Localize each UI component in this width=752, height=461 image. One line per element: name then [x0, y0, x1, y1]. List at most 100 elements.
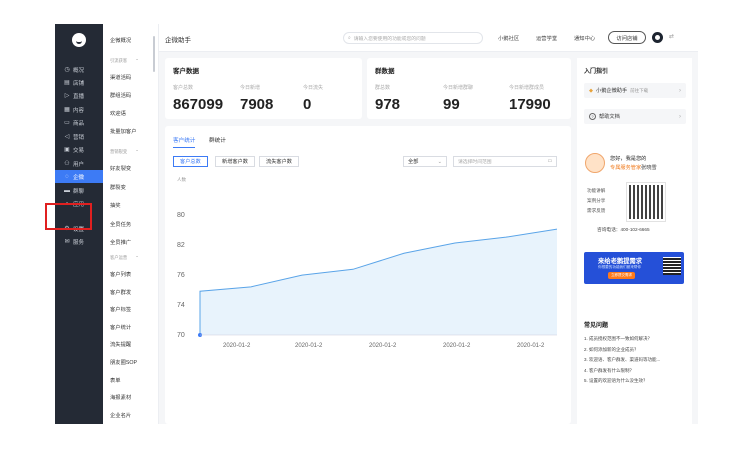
user-icon: ⚇	[64, 161, 70, 167]
submenu-item[interactable]: 客户标签	[110, 305, 131, 313]
chevron-up-icon: ⌃	[135, 58, 139, 63]
submenu-scrollbar[interactable]	[153, 36, 155, 72]
secondary-menu: 企微概况 引流获客 ⌃ 渠道活码群组活码欢迎语批量加客户 营销裂变 ⌃ 好友裂变群裂…	[103, 24, 159, 424]
segment-new-customers[interactable]: 新增客户数	[215, 156, 255, 167]
submenu-item[interactable]: 全员任务	[110, 220, 131, 228]
submenu-item[interactable]: 批量加客户	[110, 127, 137, 135]
service-manager-name: 张晓雪	[641, 165, 657, 171]
rail-item-goods[interactable]: ▭ 商品	[55, 116, 103, 129]
submenu-item[interactable]: 客户列表	[110, 270, 131, 278]
submenu-item[interactable]: 抽奖	[110, 201, 121, 209]
submenu-item[interactable]: 渠道活码	[110, 73, 131, 81]
submenu-group-viral[interactable]: 营销裂变 ⌃	[110, 149, 139, 155]
faq-item[interactable]: 4. 客户群发有什么限制？	[584, 368, 634, 374]
faq-item[interactable]: 2. 如何添加新的企业成员？	[584, 347, 639, 353]
tab-customer-stats[interactable]: 客户统计	[173, 136, 196, 148]
service-bullet: 需求反馈	[587, 208, 606, 213]
stat-value-total-groups: 978	[375, 96, 401, 113]
help-docs-label: 帮助文档	[599, 114, 620, 120]
statistics-card: 客户统计 群统计 客户总数 新增客户数 流失客户数 全部 ⌄ 请选择时间范围 ▭…	[165, 126, 571, 424]
date-range-input[interactable]: 请选择时间范围 ▭	[453, 156, 557, 167]
submenu-item[interactable]: 欢迎语	[110, 109, 126, 117]
content-icon: ▦	[64, 107, 70, 113]
rail-item-content[interactable]: ▦ 内容	[55, 103, 103, 116]
search-input[interactable]: ⌕ 请输入您要使用的功能或您的问题	[343, 32, 483, 44]
rail-item-user[interactable]: ⚇ 用户	[55, 157, 103, 170]
segment-total-customers[interactable]: 客户总数	[173, 156, 208, 167]
banner-subtitle: 你想要的功能我们都来帮你	[598, 265, 642, 269]
logo-icon[interactable]	[72, 33, 86, 47]
service-manager-title: 专属服务管家	[610, 165, 642, 171]
submenu-item[interactable]: 流失提醒	[110, 340, 131, 348]
submenu-group-acquisition[interactable]: 引流获客 ⌃	[110, 58, 139, 64]
rail-item-label: 店铺	[73, 80, 85, 87]
group-data-title: 群数据	[375, 68, 395, 75]
scope-select[interactable]: 全部 ⌄	[403, 156, 447, 167]
switch-icon[interactable]: ⇄	[669, 33, 674, 40]
faq-item[interactable]: 5. 设置的欢迎语为什么没生效？	[584, 378, 648, 384]
chevron-up-icon: ⌃	[135, 255, 139, 260]
submenu-item[interactable]: 群裂变	[110, 183, 126, 191]
submenu-item[interactable]: 表单	[110, 376, 121, 384]
rail-item-shop[interactable]: ▤ 店铺	[55, 76, 103, 89]
guide-title: 入门指引	[584, 69, 609, 75]
feature-request-banner[interactable]: 来给老鹅提需求 你想要的功能我们都来帮你 立即提交需求	[584, 252, 684, 284]
marketing-icon: ◁	[64, 134, 70, 140]
rail-item-label: 服务	[73, 239, 85, 246]
stat-label: 今日新增群聊	[443, 85, 474, 91]
selection-highlight	[45, 203, 92, 230]
rail-item-live[interactable]: ▷ 直播	[55, 89, 103, 102]
submenu-item[interactable]: 海报素材	[110, 393, 131, 401]
submenu-item[interactable]: 群组活码	[110, 91, 131, 99]
rail-item-marketing[interactable]: ◁ 营销	[55, 130, 103, 143]
submenu-item[interactable]: 全员推广	[110, 238, 131, 246]
area-fill	[200, 229, 557, 335]
goods-icon: ▭	[64, 120, 70, 126]
x-tick-label: 2020-01-2	[443, 343, 471, 349]
rail-item-label: 企微	[73, 174, 85, 181]
faq-item[interactable]: 3. 欢迎语、客户群发、渠道码等功能...	[584, 357, 660, 363]
rail-item-wecom[interactable]: ◌ 企微	[55, 170, 103, 183]
calendar-icon: ▭	[547, 159, 552, 164]
x-tick-label: 2020-01-2	[295, 343, 323, 349]
rail-item-group[interactable]: ▬ 群聊	[55, 184, 103, 197]
submenu-item[interactable]: 客户群发	[110, 288, 131, 296]
app-window: ◷ 概况 ▤ 店铺 ▷ 直播 ▦ 内容 ▭ 商品 ◁ 营销 ▣ 交易 ⚇ 用户 ◌ 企微 ▬ 群聊 ▪ 应用 ⚙ 设置 ✉ 服务 …	[55, 24, 698, 424]
assistant-link-text: 前往下载	[630, 87, 649, 93]
nav-community[interactable]: 小鹅社区	[498, 34, 519, 42]
rail-item-service[interactable]: ✉ 服务	[55, 235, 103, 248]
assistant-download-link[interactable]: ◆ 小鹅企微助手 前往下载 ›	[584, 83, 686, 98]
avatar[interactable]	[652, 32, 663, 43]
customer-data-card: 客户数据 客户总数 今日新增 今日流失 867099 7908 0	[165, 58, 362, 119]
rail-item-label: 直播	[73, 93, 85, 100]
bird-icon: ◆	[589, 87, 593, 94]
y-tick-label: 76	[177, 272, 185, 279]
help-icon: ?	[589, 113, 596, 120]
x-tick-label: 2020-01-2	[517, 343, 545, 349]
customer-trend-chart: 人数 70 74 76 82 80 2020-01-2 2020-01-2 2020-01-2 2…	[177, 176, 558, 349]
customer-data-title: 客户数据	[173, 68, 199, 75]
main-area: 企微助手 ⌕ 请输入您要使用的功能或您的问题 小鹅社区 运营学堂 通知中心 访问…	[159, 24, 698, 424]
submenu-group-operation[interactable]: 客户运营 ⌃	[110, 255, 139, 261]
submenu-item[interactable]: 朋友圈SOP	[110, 358, 137, 366]
help-docs-link[interactable]: ? 帮助文档 ›	[584, 109, 686, 124]
submenu-item[interactable]: 企业名片	[110, 411, 131, 419]
tab-group-stats[interactable]: 群统计	[209, 136, 226, 144]
faq-item[interactable]: 1. 成员授权范围不一致如何解决？	[584, 336, 652, 342]
submenu-item[interactable]: 客户统计	[110, 323, 131, 331]
submenu-item-overview[interactable]: 企微概况	[110, 36, 131, 44]
rail-item-trade[interactable]: ▣ 交易	[55, 143, 103, 156]
page-title: 企微助手	[165, 37, 191, 44]
nav-notifications[interactable]: 通知中心	[574, 34, 595, 42]
banner-submit-button[interactable]: 立即提交需求	[608, 272, 635, 279]
nav-school[interactable]: 运营学堂	[536, 34, 557, 42]
submenu-item[interactable]: 好友裂变	[110, 164, 131, 172]
rail-item-overview[interactable]: ◷ 概况	[55, 63, 103, 76]
segment-lost-customers[interactable]: 流失客户数	[259, 156, 299, 167]
wecom-icon: ◌	[65, 173, 69, 180]
rail-item-label: 概况	[73, 67, 85, 74]
visit-shop-button[interactable]: 访问店铺	[608, 31, 646, 44]
live-icon: ▷	[64, 93, 70, 99]
service-icon: ✉	[64, 239, 70, 245]
scope-select-value: 全部	[408, 159, 419, 165]
